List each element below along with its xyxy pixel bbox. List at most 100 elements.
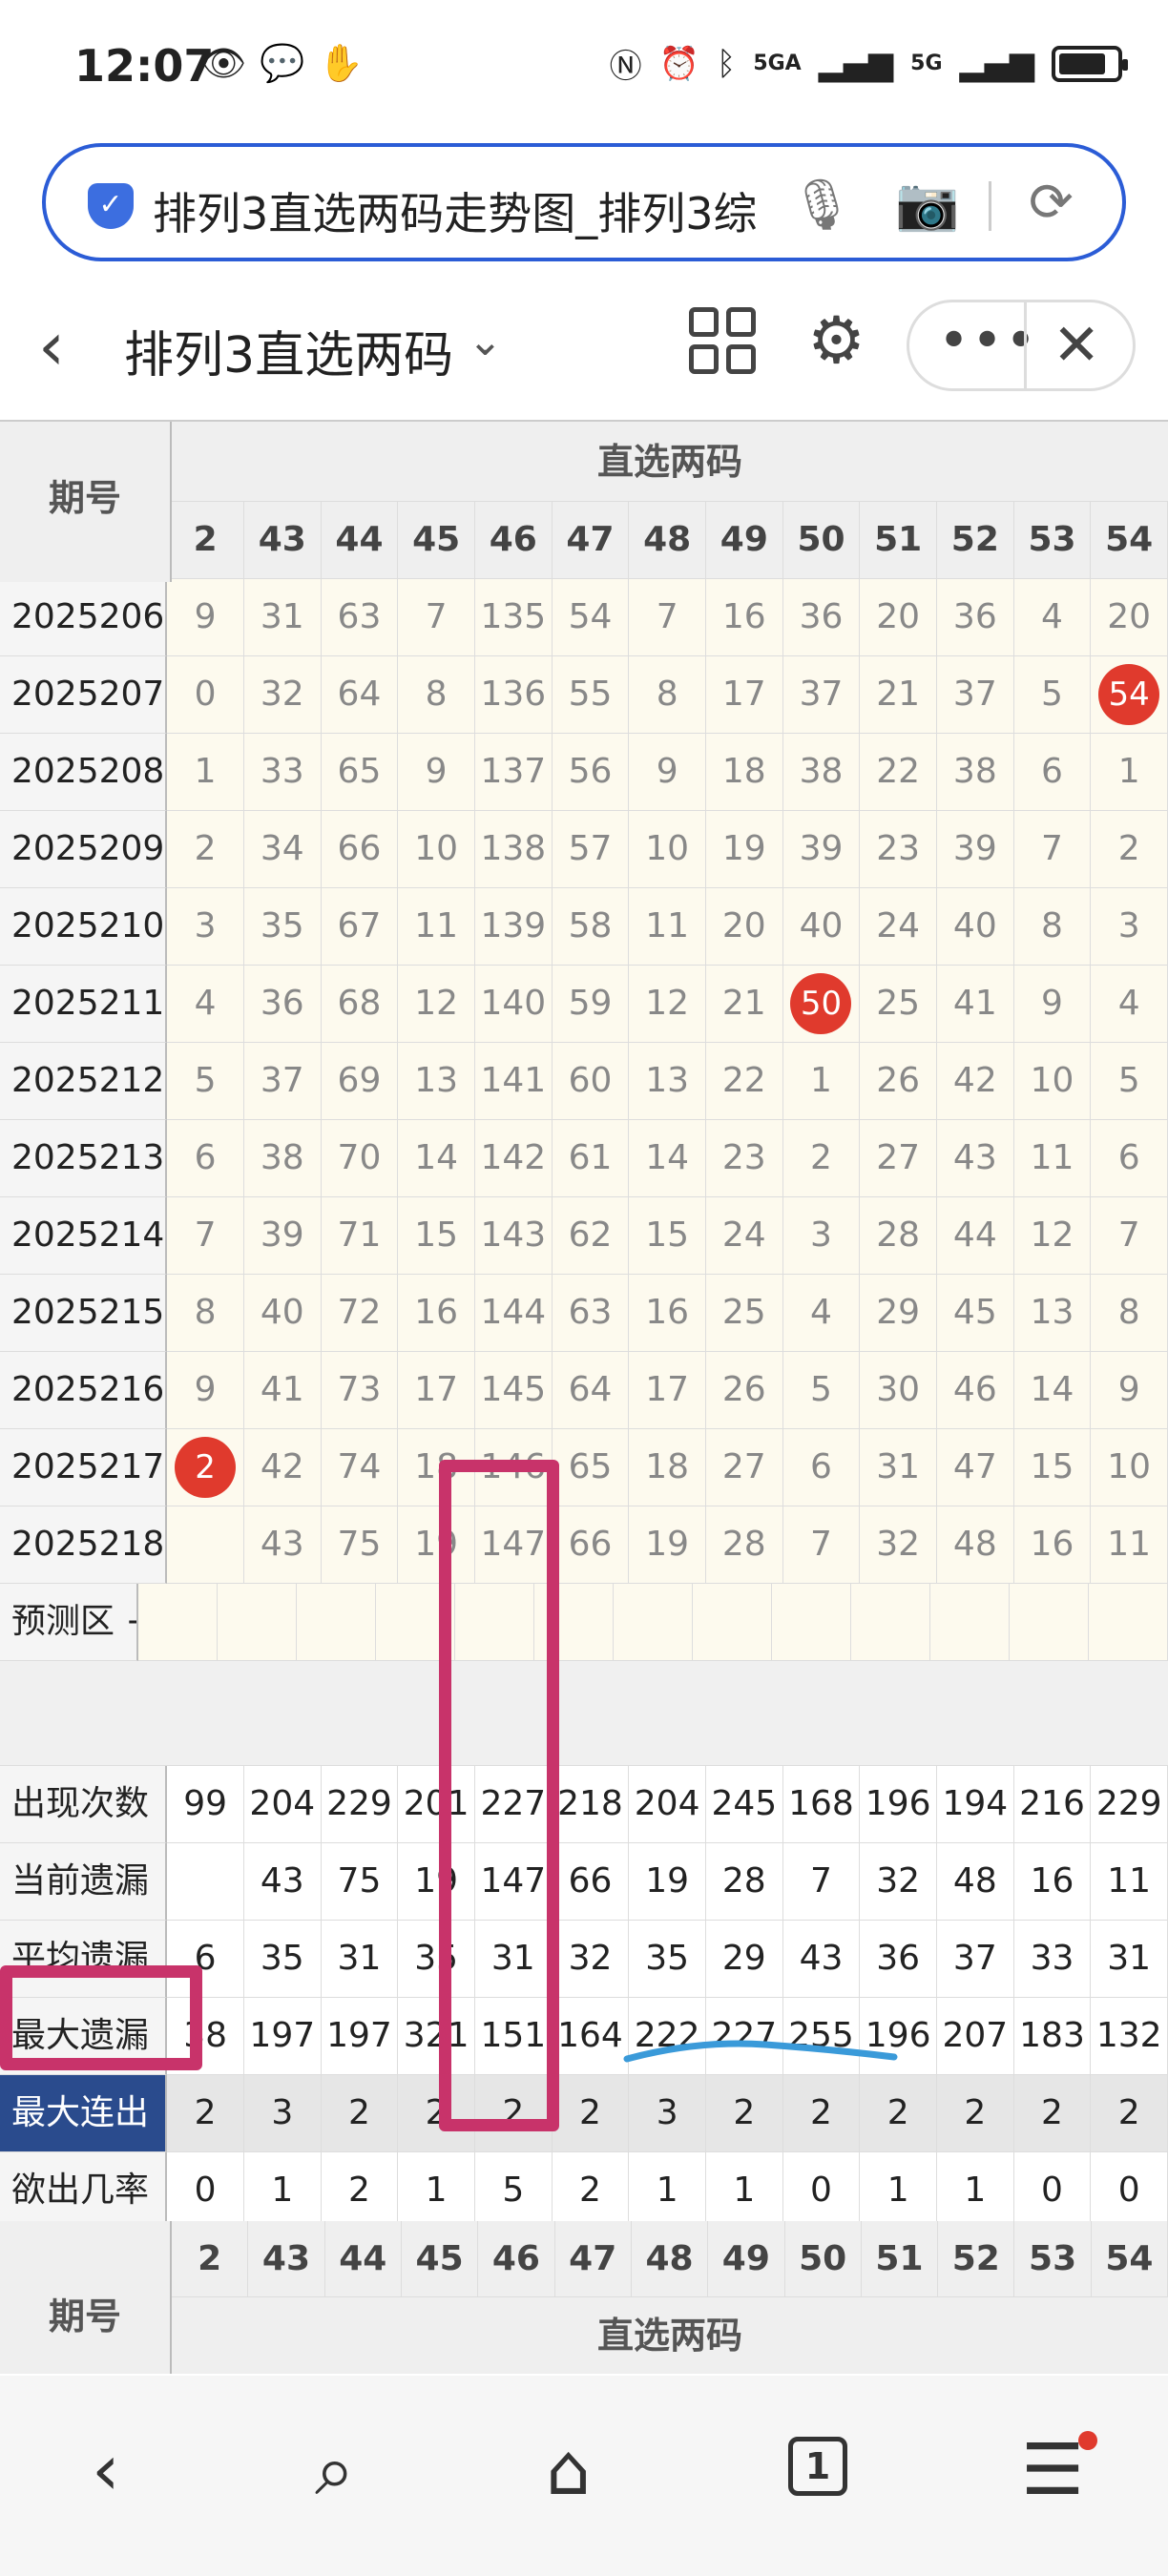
column-header: 48 bbox=[629, 502, 706, 579]
predict-label[interactable]: 预测区 + bbox=[0, 1584, 138, 1661]
data-cell: 28 bbox=[860, 1197, 937, 1275]
data-cell: 144 bbox=[474, 1275, 553, 1352]
stat-cell: 43 bbox=[782, 1921, 861, 1998]
camera-icon[interactable]: 📷 bbox=[895, 174, 959, 235]
period-cell: 2025211 bbox=[0, 966, 168, 1043]
stat-label: 欲出几率 bbox=[0, 2152, 168, 2230]
data-cell: 12 bbox=[629, 966, 706, 1043]
table-row: 2025213 6 38 70 14 142 61 14 23 2 27 43 11 6 bbox=[0, 1120, 1168, 1197]
page-title[interactable]: 排列3直选两码 bbox=[124, 315, 453, 386]
predict-cell[interactable] bbox=[1010, 1584, 1089, 1661]
gear-icon[interactable]: ⚙ bbox=[807, 303, 866, 379]
data-cell: 64 bbox=[552, 1352, 630, 1429]
data-cell: 14 bbox=[398, 1120, 475, 1197]
data-cell: 9 bbox=[167, 579, 244, 656]
column-header-row: 2 43 44 45 46 47 48 49 50 51 52 53 54 bbox=[0, 502, 1168, 579]
address-bar[interactable]: ✓ 排列3直选两码走势图_排列3综 🎙 📷 ⟳ bbox=[42, 143, 1126, 261]
data-cell: 2 bbox=[1091, 811, 1168, 888]
stat-cell: 37 bbox=[937, 1921, 1014, 1998]
wechat-icon: 💬 bbox=[260, 42, 305, 84]
menu-icon[interactable]: ☰ bbox=[1021, 2429, 1084, 2511]
back-nav-icon[interactable]: ‹ bbox=[92, 2429, 120, 2511]
data-cell: 11 bbox=[629, 888, 706, 966]
data-cell: 34 bbox=[243, 811, 322, 888]
data-cell: 41 bbox=[243, 1352, 322, 1429]
data-cell: 26 bbox=[705, 1352, 783, 1429]
data-cell: 43 bbox=[243, 1506, 322, 1584]
grid-icon[interactable] bbox=[689, 307, 756, 374]
data-cell: 15 bbox=[1013, 1429, 1092, 1506]
stat-cell: 5 bbox=[474, 2152, 553, 2230]
predict-cell[interactable] bbox=[851, 1584, 930, 1661]
chevron-down-icon[interactable]: ⌄ bbox=[468, 317, 503, 365]
predict-cell[interactable] bbox=[614, 1584, 693, 1661]
data-cell: 36 bbox=[243, 966, 322, 1043]
predict-cell[interactable] bbox=[218, 1584, 297, 1661]
data-cell: 59 bbox=[552, 966, 630, 1043]
stat-row: 欲出几率 0 1 2 1 5 2 1 1 0 1 1 0 0 bbox=[0, 2152, 1168, 2230]
predict-row[interactable]: 预测区 + bbox=[0, 1584, 1168, 1661]
stat-cell: 16 bbox=[1013, 1843, 1092, 1921]
search-icon[interactable]: ⌕ bbox=[315, 2429, 354, 2512]
tabs-icon[interactable]: 1 bbox=[788, 2437, 847, 2496]
column-header: 44 bbox=[321, 502, 399, 579]
close-icon[interactable]: ✕ bbox=[1053, 312, 1100, 379]
data-cell: 12 bbox=[1013, 1197, 1092, 1275]
data-cell: 11 bbox=[1091, 1506, 1168, 1584]
data-cell: 7 bbox=[1091, 1197, 1168, 1275]
stat-cell: 204 bbox=[629, 1766, 706, 1843]
data-cell: 142 bbox=[474, 1120, 553, 1197]
annotation-label-box bbox=[0, 1965, 202, 2070]
period-cell: 2025208 bbox=[0, 734, 168, 811]
data-cell: 5 bbox=[1091, 1043, 1168, 1120]
refresh-icon[interactable]: ⟳ bbox=[1029, 172, 1074, 234]
microphone-icon[interactable]: 🎙 bbox=[790, 176, 853, 234]
data-cell: 22 bbox=[705, 1043, 783, 1120]
table-row: 2025210 3 35 67 11 139 58 11 20 40 24 40 8 3 bbox=[0, 888, 1168, 966]
data-cell: 14 bbox=[629, 1120, 706, 1197]
column-header: 46 bbox=[474, 502, 553, 579]
back-icon[interactable]: ‹ bbox=[38, 307, 65, 385]
stat-cell: 99 bbox=[167, 1766, 244, 1843]
data-cell: 7 bbox=[167, 1197, 244, 1275]
data-cell: 25 bbox=[705, 1275, 783, 1352]
stat-cell: 197 bbox=[321, 1998, 399, 2075]
stat-cell: 2 bbox=[1013, 2075, 1092, 2152]
hit-ball: 50 bbox=[790, 973, 852, 1034]
data-cell: 21 bbox=[860, 656, 937, 734]
stat-cell: 35 bbox=[243, 1921, 322, 1998]
bottom-column-header: 44 bbox=[324, 2221, 402, 2297]
predict-cell[interactable] bbox=[693, 1584, 772, 1661]
predict-cell[interactable] bbox=[772, 1584, 851, 1661]
notification-dot bbox=[1078, 2431, 1097, 2450]
data-cell: 11 bbox=[398, 888, 475, 966]
data-cell: 1 bbox=[167, 734, 244, 811]
stat-cell: 0 bbox=[782, 2152, 861, 2230]
data-cell: 65 bbox=[321, 734, 399, 811]
stat-cell: 197 bbox=[243, 1998, 322, 2075]
predict-cell[interactable] bbox=[138, 1584, 218, 1661]
table-row: 2025218 43 75 19 147 66 19 28 7 32 48 16 11 bbox=[0, 1506, 1168, 1584]
data-cell: 20 bbox=[705, 888, 783, 966]
data-cell: 4 bbox=[782, 1275, 861, 1352]
data-cell: 139 bbox=[474, 888, 553, 966]
data-cell: 47 bbox=[937, 1429, 1014, 1506]
data-cell: 17 bbox=[705, 656, 783, 734]
hand-icon: ✋ bbox=[318, 42, 364, 84]
predict-cell[interactable] bbox=[297, 1584, 376, 1661]
data-cell: 9 bbox=[1013, 966, 1092, 1043]
address-text[interactable]: 排列3直选两码走势图_排列3综 bbox=[153, 179, 758, 242]
data-cell: 32 bbox=[243, 656, 322, 734]
predict-cell[interactable] bbox=[1089, 1584, 1168, 1661]
data-cell: 71 bbox=[321, 1197, 399, 1275]
column-header: 54 bbox=[1091, 502, 1168, 579]
data-cell: 10 bbox=[1091, 1429, 1168, 1506]
stat-cell: 132 bbox=[1091, 1998, 1168, 2075]
data-cell: 2 bbox=[167, 811, 244, 888]
data-cell: 28 bbox=[705, 1506, 783, 1584]
data-cell: 1 bbox=[1091, 734, 1168, 811]
predict-cell[interactable] bbox=[930, 1584, 1010, 1661]
home-icon[interactable]: ⌂ bbox=[546, 2429, 591, 2511]
column-header: 50 bbox=[782, 502, 861, 579]
data-cell: 23 bbox=[860, 811, 937, 888]
